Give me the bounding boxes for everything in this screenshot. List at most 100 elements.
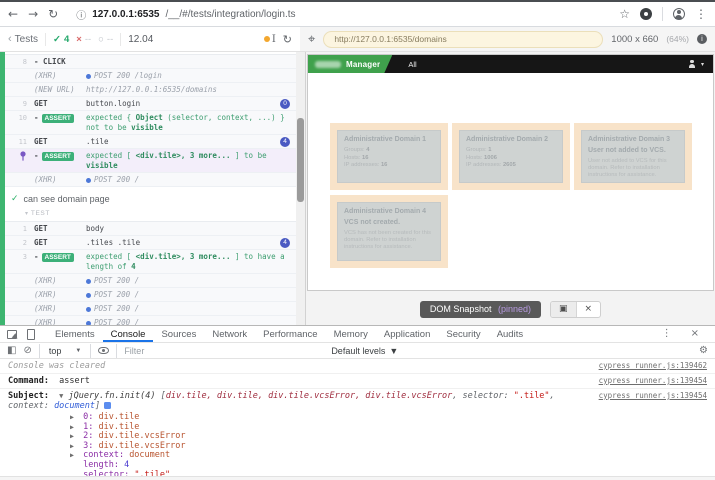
xhr-message: POST 200 / bbox=[86, 276, 290, 286]
command-method: GET bbox=[34, 224, 86, 234]
domain-tile-1[interactable]: Administrative Domain 1 Groups: 4 Hosts:… bbox=[337, 130, 441, 183]
assert-row[interactable]: 10 - ASSERT expected { Object (selector,… bbox=[5, 111, 296, 135]
passed-count[interactable]: ✓ 4 bbox=[53, 34, 69, 45]
tab-console[interactable]: Console bbox=[103, 326, 154, 342]
viewport-scale: (64%) bbox=[666, 34, 689, 44]
tab-audits[interactable]: Audits bbox=[489, 326, 531, 342]
test-hook-header[interactable]: ▾ TEST bbox=[0, 208, 305, 219]
tab-network[interactable]: Network bbox=[204, 326, 255, 342]
pinned-assert-row[interactable]: - ASSERT expected [ <div.tile>, 3 more..… bbox=[3, 149, 296, 173]
extension-icon[interactable] bbox=[640, 8, 652, 20]
clear-console-icon[interactable]: ⊘ bbox=[23, 346, 31, 356]
tab-application[interactable]: Application bbox=[376, 326, 438, 342]
ibeam-cursor-icon: I bbox=[272, 34, 276, 45]
xhr-row[interactable]: (XHR) POST 200 / bbox=[5, 274, 296, 288]
device-toolbar-icon[interactable] bbox=[27, 329, 35, 340]
snapshot-highlight-button[interactable]: ▣ bbox=[551, 302, 577, 317]
tab-security[interactable]: Security bbox=[438, 326, 488, 342]
address-bar[interactable]: ⓘ 127.0.0.1:6535/__/#/tests/integration/… bbox=[68, 5, 609, 23]
command-row[interactable]: 8 - CLICK bbox=[5, 55, 296, 69]
xhr-row[interactable]: (XHR) POST 200 / bbox=[5, 316, 296, 325]
tab-elements[interactable]: Elements bbox=[47, 326, 103, 342]
forward-icon[interactable]: → bbox=[28, 8, 38, 20]
failed-count[interactable]: × -- bbox=[76, 34, 91, 45]
context-selector[interactable]: top ▼ bbox=[47, 346, 83, 356]
element-count-badge: 4 bbox=[280, 238, 290, 248]
reporter-scrollbar-thumb[interactable] bbox=[297, 118, 304, 202]
console-sidebar-icon[interactable]: ◧ bbox=[7, 346, 16, 356]
assert-bold: visible bbox=[86, 161, 118, 170]
assert-method: - ASSERT bbox=[34, 113, 86, 123]
command-row[interactable]: 1 GET body bbox=[5, 222, 296, 236]
stat-value: 16 bbox=[362, 155, 368, 161]
app-nav-all[interactable]: All bbox=[408, 60, 416, 69]
log-levels-selector[interactable]: Default levels ▼ bbox=[331, 346, 398, 356]
xhr-text: POST 200 / bbox=[94, 276, 139, 285]
command-row[interactable]: 9 GET button.login 0 bbox=[5, 97, 296, 111]
commands-current-test: 1 GET body 2 GET .tiles .tile 4 3 - ASSE… bbox=[5, 221, 296, 325]
back-icon[interactable]: ← bbox=[8, 8, 18, 20]
xhr-row[interactable]: (XHR) POST 200 /login bbox=[5, 69, 296, 83]
command-row[interactable]: 11 GET .tile 4 bbox=[5, 135, 296, 149]
test-title[interactable]: ✓ can see domain page bbox=[0, 187, 305, 208]
expand-arrow-icon[interactable]: ▶ bbox=[70, 423, 78, 433]
new-url-row[interactable]: (NEW URL) http://127.0.0.1:6535/domains bbox=[5, 83, 296, 97]
assert-text: expected [ bbox=[86, 151, 136, 160]
log-levels-value: Default levels bbox=[331, 346, 385, 356]
command-row[interactable]: 2 GET .tiles .tile 4 bbox=[5, 236, 296, 250]
xhr-message: POST 200 / bbox=[86, 318, 290, 325]
expand-arrow-icon[interactable]: ▶ bbox=[70, 432, 78, 442]
snapshot-controls: DOM Snapshot (pinned) ▣ × bbox=[306, 301, 715, 318]
aut-url-bar[interactable]: http://127.0.0.1:6535/domains bbox=[323, 31, 603, 48]
back-to-tests-button[interactable]: ‹ Tests bbox=[8, 33, 38, 45]
domain-tile-2[interactable]: Administrative Domain 2 Groups: 1 Hosts:… bbox=[459, 130, 563, 183]
pending-count[interactable]: ○ -- bbox=[98, 34, 113, 45]
stat-value: 2605 bbox=[503, 162, 516, 168]
assert-row[interactable]: 3 - ASSERT expected [ <div.tile>, 3 more… bbox=[5, 250, 296, 274]
snapshot-close-button[interactable]: × bbox=[577, 302, 601, 317]
bookmark-star-icon[interactable]: ☆ bbox=[619, 8, 630, 20]
dom-snapshot-pill: DOM Snapshot (pinned) bbox=[420, 301, 541, 318]
expanded-caret-icon[interactable]: ▼ bbox=[59, 392, 63, 400]
profile-icon[interactable] bbox=[673, 8, 685, 20]
auto-scroll-indicator[interactable]: I bbox=[264, 34, 276, 45]
xhr-dot-icon bbox=[86, 307, 91, 312]
expand-arrow-icon[interactable]: ▶ bbox=[70, 442, 78, 452]
inspect-element-icon[interactable] bbox=[7, 330, 17, 339]
tab-sources[interactable]: Sources bbox=[153, 326, 204, 342]
selector-playground-icon[interactable]: ⌖ bbox=[308, 32, 315, 47]
browser-menu-icon[interactable]: ⋮ bbox=[695, 8, 707, 20]
xhr-row[interactable]: (XHR) POST 200 / bbox=[5, 288, 296, 302]
reload-icon[interactable]: ↻ bbox=[48, 8, 58, 20]
check-icon: ✓ bbox=[53, 34, 61, 45]
devtools-close-icon[interactable]: × bbox=[691, 329, 699, 339]
source-link[interactable]: cypress_runner.js:139462 bbox=[599, 361, 707, 371]
viewport-info-icon[interactable]: i bbox=[697, 34, 707, 44]
tab-performance[interactable]: Performance bbox=[255, 326, 325, 342]
domain-tile-3[interactable]: Administrative Domain 3 User not added t… bbox=[581, 130, 685, 183]
console-settings-gear-icon[interactable]: ⚙ bbox=[699, 346, 708, 356]
expand-arrow-icon[interactable]: ▶ bbox=[70, 451, 78, 461]
live-expression-eye-icon[interactable] bbox=[98, 347, 109, 354]
rerun-tests-icon[interactable]: ↻ bbox=[283, 33, 292, 46]
source-link[interactable]: cypress_runner.js:139454 bbox=[599, 376, 707, 386]
toolbar-divider bbox=[662, 7, 663, 21]
browser-toolbar: ← → ↻ ⓘ 127.0.0.1:6535/__/#/tests/integr… bbox=[0, 2, 715, 27]
expand-arrow-icon[interactable]: ▶ bbox=[70, 413, 78, 423]
tab-memory[interactable]: Memory bbox=[326, 326, 376, 342]
command-method: GET bbox=[34, 137, 86, 147]
console-filter-input[interactable] bbox=[124, 346, 324, 356]
property-value: div.tile.vcsError bbox=[98, 431, 185, 441]
toolbar-divider bbox=[90, 344, 91, 358]
fail-x-icon: × bbox=[76, 34, 82, 45]
assert-message: expected [ <div.tile>, 3 more... ] to ha… bbox=[86, 252, 290, 272]
devtools-menu-icon[interactable]: ⋮ bbox=[662, 329, 672, 339]
console-toolbar: ◧ ⊘ top ▼ Default levels ▼ ⚙ bbox=[0, 343, 715, 359]
app-logo[interactable]: Manager bbox=[308, 55, 392, 73]
page-info-icon[interactable]: ⓘ bbox=[76, 7, 86, 22]
xhr-row[interactable]: (XHR) POST 200 / bbox=[5, 173, 296, 187]
source-link[interactable]: cypress_runner.js:139454 bbox=[599, 391, 707, 401]
xhr-row[interactable]: (XHR) POST 200 / bbox=[5, 302, 296, 316]
app-user-menu[interactable]: ▾ bbox=[688, 60, 713, 68]
domain-tile-4[interactable]: Administrative Domain 4 VCS not created.… bbox=[337, 202, 441, 261]
